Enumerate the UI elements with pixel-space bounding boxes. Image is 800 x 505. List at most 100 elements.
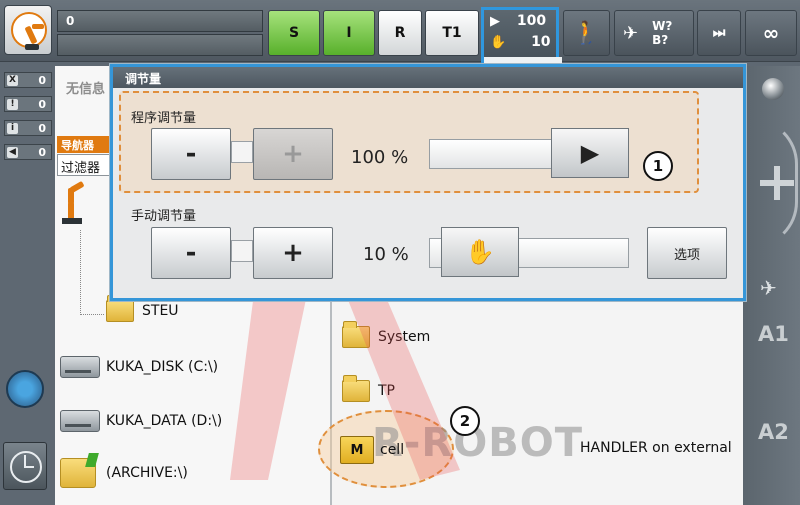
robot-axis-icon[interactable]: ✈ (760, 276, 777, 300)
dialog-counter[interactable]: ◀ 0 (4, 144, 52, 160)
program-override-thumb[interactable]: ▶ (551, 128, 629, 178)
program-run-mode-button[interactable]: 🚶 (563, 10, 610, 56)
program-override-value: 100 (516, 13, 547, 29)
plus-label: + (282, 139, 304, 169)
file-item-system[interactable]: System (342, 321, 430, 348)
hand-icon: ✋ (490, 35, 507, 50)
hard-drive-icon (60, 410, 100, 432)
operating-mode-button[interactable]: T1 (425, 10, 479, 56)
options-button[interactable]: 选项 (647, 227, 727, 279)
jog-mode-button[interactable]: ⏭ (697, 10, 741, 56)
file-label: TP (378, 383, 395, 399)
warning-count: 0 (38, 98, 46, 111)
manual-override-label: 手动调节量 (131, 209, 197, 224)
message-count: 0 (66, 14, 75, 28)
module-icon: M (340, 436, 374, 464)
manual-override-minus-button[interactable]: - (151, 227, 231, 279)
walking-person-icon: 🚶 (572, 20, 601, 46)
drive-label: KUKA_DATA (D:\) (106, 413, 223, 429)
submit-interpreter-status-button[interactable]: S (268, 10, 320, 56)
dialog-count: 0 (38, 146, 46, 159)
drive-label: KUKA_DISK (C:\) (106, 359, 219, 375)
hard-drive-icon (60, 356, 100, 378)
tool-base-text: W? B? (652, 19, 672, 47)
manual-override-plus-button[interactable]: + (253, 227, 333, 279)
minus-label: - (185, 139, 197, 169)
tree-item-label: STEU (142, 303, 179, 319)
program-override-minus-button[interactable]: - (151, 128, 231, 180)
drive-label: (ARCHIVE:\) (106, 465, 188, 481)
file-item-cell[interactable]: M cell (340, 436, 404, 464)
hmi-screen: 0 S I R T1 ▶ 100 ✋ 10 🚶 ✈ W? B? ⏭ ∞ X 0 … (0, 0, 800, 505)
axis-a1-label[interactable]: A1 (758, 322, 789, 346)
hand-icon: ✋ (465, 238, 496, 266)
program-override-value: 100 % (351, 147, 409, 168)
main-menu-button[interactable] (4, 5, 52, 55)
button-spacer (231, 240, 253, 262)
file-comment-text: HANDLER on external (580, 440, 732, 456)
top-status-bar: 0 S I R T1 ▶ 100 ✋ 10 🚶 ✈ W? B? ⏭ ∞ (0, 0, 800, 63)
manual-override-thumb[interactable]: ✋ (441, 227, 520, 277)
navigator-info-text: 无信息 (66, 82, 106, 97)
callout-1: 1 (643, 151, 673, 181)
dialog-title: 调节量 (113, 67, 743, 88)
robot-interpreter-status-button[interactable]: R (378, 10, 422, 56)
tool-base-button[interactable]: ✈ W? B? (614, 10, 694, 56)
increment-label: ∞ (762, 21, 780, 45)
info-icon: i (7, 123, 18, 134)
override-dialog: 调节量 程序调节量 - + 100 % ▶ 1 手动调节量 - + 10 % ✋… (110, 64, 746, 301)
clock-button[interactable] (3, 442, 47, 490)
active-tab-indicator (484, 57, 562, 63)
message-window-secondary[interactable] (57, 34, 263, 56)
increment-button[interactable]: ∞ (745, 10, 797, 56)
archive-folder-icon (60, 458, 96, 488)
drive-archive[interactable]: (ARCHIVE:\) (60, 458, 188, 488)
play-icon: ▶ (490, 14, 500, 29)
globe-icon[interactable] (762, 78, 784, 100)
program-override-label: 程序调节量 (131, 111, 197, 126)
filter-button[interactable]: 过滤器 (57, 154, 117, 176)
drives-label: I (346, 25, 352, 41)
gear-icon[interactable] (6, 370, 44, 408)
jog-override-row: ✋ 10 (490, 34, 551, 50)
tree-item-steu[interactable]: STEU (106, 295, 179, 322)
override-status-button[interactable]: ▶ 100 ✋ 10 (481, 7, 562, 63)
drives-status-button[interactable]: I (323, 10, 375, 56)
robot-tree-icon[interactable] (60, 180, 86, 224)
operating-mode-label: T1 (442, 25, 462, 41)
info-counter[interactable]: i0 (4, 120, 52, 136)
info-count: 0 (38, 122, 46, 135)
folder-icon (342, 375, 370, 402)
program-override-plus-button[interactable]: + (253, 128, 333, 180)
submit-label: S (288, 25, 300, 41)
callout-number: 1 (652, 157, 664, 175)
error-icon: X (7, 75, 18, 86)
manual-override-value: 10 % (363, 244, 409, 265)
navigator-tab[interactable]: 导航器 (57, 136, 117, 153)
jog-arrows-icon: ⏭ (712, 25, 726, 41)
file-comment: HANDLER on external (580, 440, 732, 456)
warning-counter[interactable]: ! 0 (4, 96, 52, 112)
drive-kuka-data[interactable]: KUKA_DATA (D:\) (60, 406, 222, 436)
file-item-tp[interactable]: TP (342, 375, 395, 402)
robot-interpreter-label: R (394, 25, 406, 41)
button-spacer (231, 141, 253, 163)
jog-cross-icon[interactable] (760, 166, 794, 200)
error-counter[interactable]: X0 (4, 72, 52, 88)
callout-2: 2 (450, 406, 480, 436)
options-label: 选项 (673, 247, 700, 263)
tool-status: W? (652, 19, 673, 33)
plus-label: + (282, 238, 304, 268)
folder-icon (342, 321, 370, 348)
tree-connector (80, 230, 81, 315)
axis-a2-label[interactable]: A2 (758, 420, 789, 444)
robot-logo-icon (11, 12, 47, 50)
warning-icon: ! (7, 99, 18, 110)
tool-icon: ✈ (623, 22, 639, 44)
file-label: cell (380, 442, 405, 458)
jog-override-value: 10 (531, 34, 551, 50)
message-window[interactable]: 0 (57, 10, 263, 32)
drive-kuka-disk[interactable]: KUKA_DISK (C:\) (60, 352, 218, 382)
tree-connector-h (80, 314, 104, 315)
play-icon: ▶ (580, 139, 600, 167)
